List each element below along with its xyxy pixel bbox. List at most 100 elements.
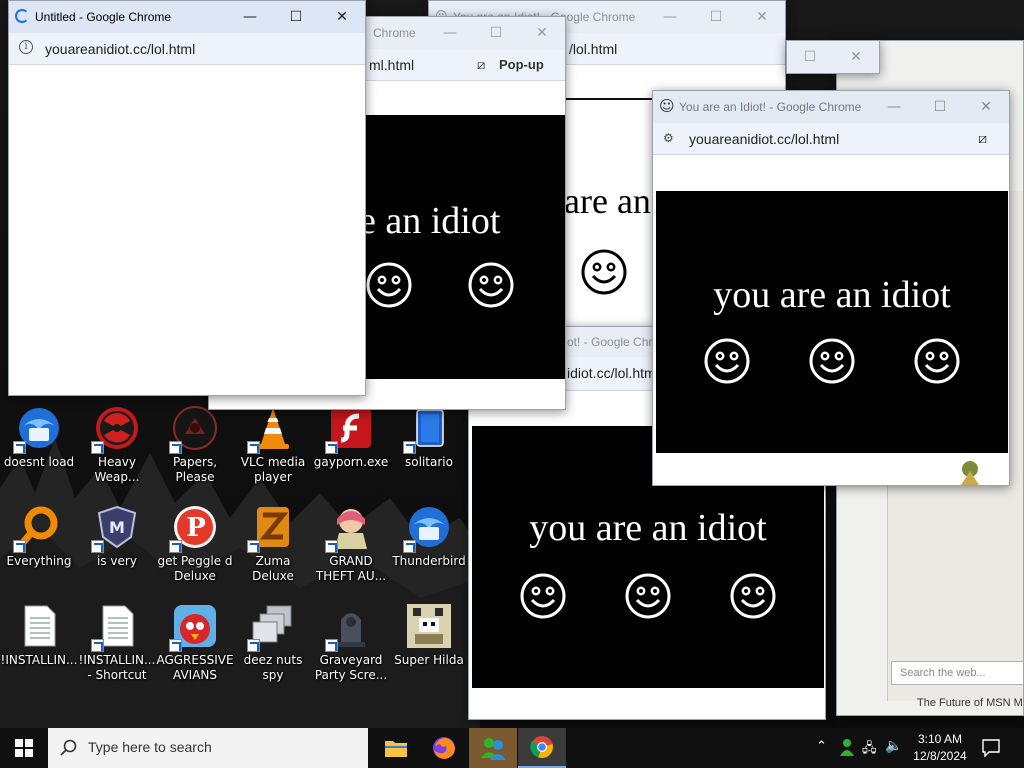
- desktop-icon-thunderbird[interactable]: Thunderbird: [390, 503, 468, 569]
- desktop-icon-doesnt-load[interactable]: doesnt load: [0, 404, 78, 470]
- desktop-icon-deez-nuts-spy[interactable]: deez nuts spy: [234, 602, 312, 683]
- desktop-icon-aggressive-avians[interactable]: AGGRESSIVE AVIANS: [156, 602, 234, 683]
- shortcut-arrow-icon: [403, 540, 416, 553]
- chrome-popup-right-titlebar[interactable]: ☐ ✕: [786, 40, 880, 74]
- url-text: youareanidiot.cc/lol.html: [45, 41, 196, 57]
- folder-icon: [385, 741, 407, 757]
- popup-blocked-icon[interactable]: ⧄: [978, 130, 987, 147]
- taskbar: Type here to search ⌃ 🖧 🔈 3:10 AM 12/8/2…: [0, 728, 1024, 768]
- idiot-text: you are an idiot: [713, 274, 951, 316]
- close-button[interactable]: ✕: [833, 41, 879, 73]
- maximize-button[interactable]: ☐: [693, 1, 739, 33]
- desktop-icon-everything[interactable]: Everything: [0, 503, 78, 569]
- smiley-icon: [366, 262, 412, 308]
- maximize-button[interactable]: ☐: [917, 91, 963, 123]
- desktop-icon-vlc[interactable]: VLC media player: [234, 404, 312, 485]
- titlebar: ☺ You are an Idiot! - Google Chrome —☐✕: [653, 91, 1009, 123]
- desktop-icon-label: Zuma Deluxe: [252, 554, 294, 583]
- angry-bird-icon: [169, 602, 219, 652]
- chrome-popup-middle[interactable]: are an: [564, 98, 660, 328]
- desktop-icon-papers-please[interactable]: Papers, Please: [156, 404, 234, 485]
- chrome-popup-front[interactable]: ☺ You are an Idiot! - Google Chrome — ☐ ✕ …: [652, 90, 1010, 486]
- smiley-icon: [730, 573, 776, 619]
- minimize-button[interactable]: —: [227, 1, 273, 33]
- maximize-button[interactable]: ☐: [473, 17, 519, 49]
- desktop-icon-gayporn[interactable]: gayporn.exe: [312, 404, 390, 470]
- popup-blocked-label[interactable]: Pop-up: [499, 57, 544, 72]
- close-button[interactable]: ✕: [319, 1, 365, 33]
- taskbar-chrome[interactable]: [518, 728, 566, 768]
- desktop-icon-label: Super Hilda: [394, 653, 464, 667]
- svg-text:P: P: [186, 513, 206, 543]
- desktop-icon-label: AGGRESSIVE AVIANS: [156, 653, 234, 682]
- taskbar-search-box[interactable]: Type here to search: [48, 728, 368, 768]
- shortcut-arrow-icon: [247, 540, 260, 553]
- msn-search-input[interactable]: Search the web...: [891, 661, 1023, 685]
- shortcut-arrow-icon: [325, 441, 338, 454]
- desktop-icon-label: is very: [97, 554, 137, 568]
- desktop-icon-heavy-weapon[interactable]: Heavy Weap...: [78, 404, 156, 485]
- maximize-button[interactable]: ☐: [787, 41, 833, 73]
- desktop-icon-super-hilda[interactable]: Super Hilda: [390, 602, 468, 668]
- search-icon: [60, 739, 77, 756]
- start-button[interactable]: [0, 728, 48, 768]
- minimize-button[interactable]: —: [871, 91, 917, 123]
- shortcut-arrow-icon: [169, 540, 182, 553]
- address-bar[interactable]: i youareanidiot.cc/lol.html: [9, 33, 365, 65]
- desktop-icon-label: Everything: [6, 554, 72, 568]
- taskbar-file-explorer[interactable]: [372, 728, 420, 768]
- desktop-icon-solitario[interactable]: solitario: [390, 404, 468, 470]
- chrome-icon: [530, 736, 553, 759]
- windows-stack-icon: [247, 602, 297, 652]
- notifications-icon[interactable]: [982, 739, 1000, 757]
- window-title: You are an Idiot! - Google Chrome: [679, 100, 862, 114]
- idiot-text: you are an idiot: [529, 507, 767, 549]
- network-icon[interactable]: 🖧: [862, 739, 877, 761]
- smiley-icon: [520, 573, 566, 619]
- shortcut-arrow-icon: [169, 441, 182, 454]
- window-title: ot! - Google Chro: [567, 335, 660, 349]
- site-settings-icon[interactable]: ⚙: [663, 131, 674, 145]
- close-button[interactable]: ✕: [963, 91, 1009, 123]
- clock-time: 3:10 AM: [917, 732, 963, 746]
- smiley-icon: [914, 338, 960, 384]
- taskbar-msn-messenger[interactable]: [469, 728, 517, 768]
- desktop-icon-graveyard[interactable]: Graveyard Party Scre...: [312, 602, 390, 683]
- window-title: Untitled - Google Chrome: [35, 10, 172, 24]
- maximize-button[interactable]: ☐: [273, 1, 319, 33]
- show-hidden-icons-chevron-icon[interactable]: ⌃: [816, 739, 827, 754]
- firefox-icon: [433, 737, 455, 759]
- desktop-icon-gta[interactable]: GRAND THEFT AU...: [312, 503, 390, 584]
- taskbar-firefox[interactable]: [420, 728, 468, 768]
- system-clock[interactable]: 3:10 AM 12/8/2024: [912, 731, 968, 765]
- divider: [564, 98, 660, 100]
- close-button[interactable]: ✕: [519, 17, 565, 49]
- msn-tray-icon[interactable]: [838, 738, 856, 756]
- chrome-window-untitled[interactable]: Untitled - Google Chrome — ☐ ✕ i youareani…: [8, 0, 366, 396]
- idiot-text: e an idiot: [359, 200, 501, 242]
- smiley-icon: [704, 338, 750, 384]
- document-icon: [15, 602, 63, 650]
- desktop-icon-zuma[interactable]: Zuma Deluxe: [234, 503, 312, 584]
- url-text: idiot.cc/lol.htm: [567, 365, 656, 381]
- windows-logo-icon: [15, 739, 33, 757]
- minimize-button[interactable]: —: [427, 17, 473, 49]
- shortcut-arrow-icon: [325, 639, 338, 652]
- radiation-icon: [91, 404, 141, 454]
- info-icon[interactable]: i: [19, 40, 33, 54]
- popup-blocked-icon[interactable]: ⧄: [477, 57, 485, 73]
- shortcut-arrow-icon: [13, 441, 26, 454]
- volume-icon[interactable]: 🔈: [885, 738, 902, 754]
- close-button[interactable]: ✕: [739, 1, 785, 33]
- window-title: Chrome: [373, 26, 416, 40]
- desktop-icon-installin[interactable]: !INSTALLIN...: [0, 602, 78, 668]
- address-bar[interactable]: ⚙ youareanidiot.cc/lol.html ⧄: [653, 123, 1009, 155]
- anime-girl-icon: [325, 503, 375, 553]
- desktop-icon-is-very[interactable]: M is very: [78, 503, 156, 569]
- desktop-icon-installin-shortcut[interactable]: !INSTALLIN... - Shortcut: [78, 602, 156, 683]
- desktop-icon-label: Heavy Weap...: [94, 455, 140, 484]
- desktop-icon-peggle[interactable]: P get Peggle d Deluxe: [156, 503, 234, 584]
- bonzi-character-icon[interactable]: [955, 457, 985, 486]
- desktop-icon-label: deez nuts spy: [243, 653, 303, 682]
- minimize-button[interactable]: —: [647, 1, 693, 33]
